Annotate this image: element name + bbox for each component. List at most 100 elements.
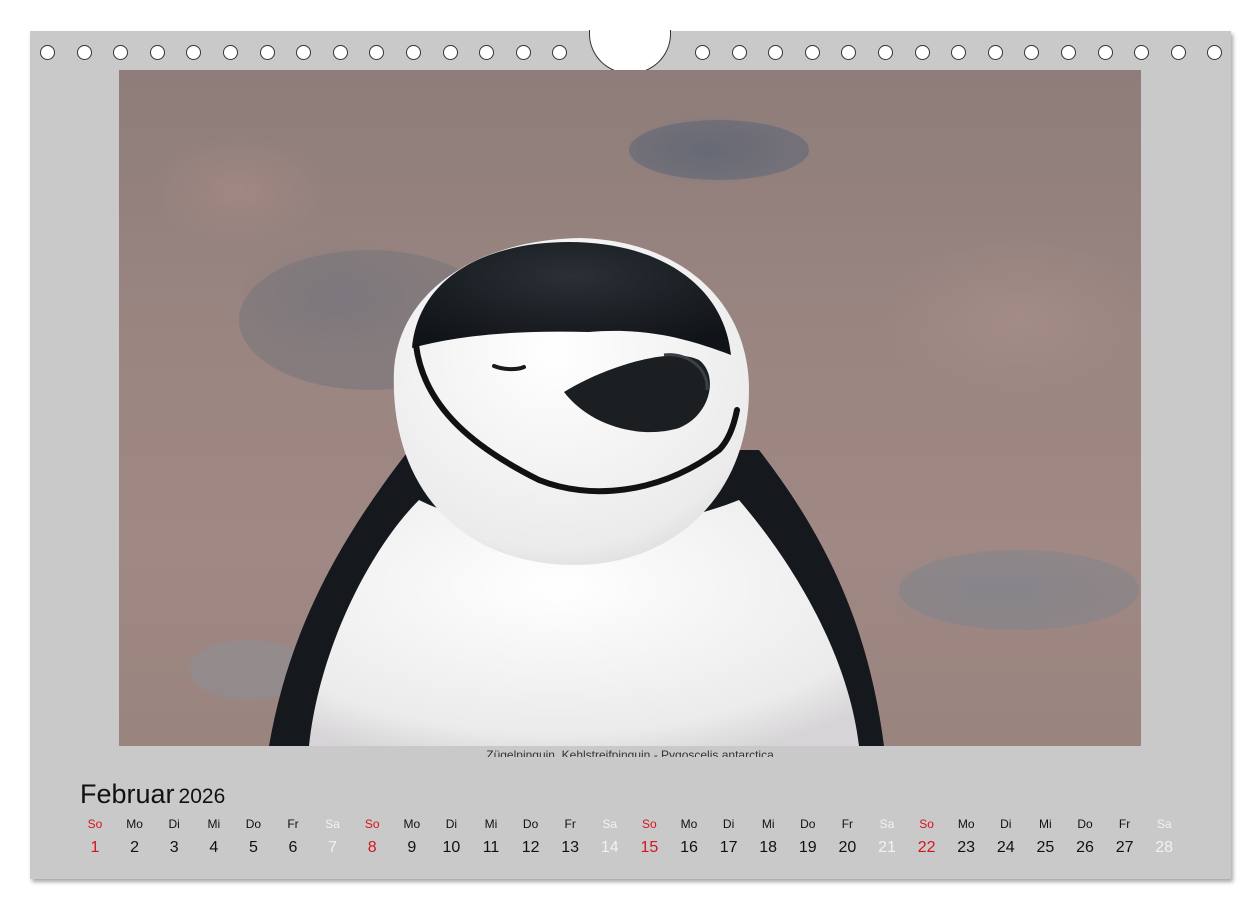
binding-hole — [878, 45, 893, 60]
day-number: 10 — [442, 839, 461, 856]
day-number: 8 — [367, 839, 377, 856]
weekday-label: Di — [1000, 817, 1012, 831]
calendar-day: Mo 23 — [946, 817, 986, 858]
day-number: 4 — [209, 839, 219, 856]
calendar-day: So 1 — [75, 817, 115, 858]
binding-hole — [987, 45, 1003, 60]
weekday-label: Mo — [957, 817, 975, 831]
weekday-label: Sa — [879, 817, 895, 831]
weekday-label: Di — [445, 817, 458, 831]
calendar-day: Di 24 — [986, 817, 1026, 858]
weekday-label: Sa — [602, 817, 618, 831]
month-name: Februar — [80, 779, 175, 809]
binding-hole — [695, 45, 710, 60]
calendar-day: Mo 9 — [392, 817, 432, 858]
weekday-label: Mi — [484, 817, 498, 831]
binding-hole — [1061, 45, 1076, 60]
calendar-day: Do 19 — [788, 817, 828, 858]
hanger-cutout — [589, 30, 671, 74]
day-strip: So 1 Mo 2 Di 3 Mi 4 Do 5 Fr 6 Sa 7 So 8 Mo 9 Di 10 Mi 11 Do 12 F… — [75, 817, 1225, 867]
weekday-label: Sa — [325, 817, 340, 831]
day-number: 22 — [917, 839, 936, 856]
binding-hole — [479, 45, 495, 60]
weekday-label: So — [642, 817, 657, 831]
weekday-label: Do — [1077, 817, 1093, 831]
calendar-day: Fr 13 — [550, 817, 590, 858]
day-number: 6 — [288, 839, 298, 856]
weekday-label: Fr — [564, 817, 576, 831]
weekday-label: Mo — [403, 817, 421, 831]
calendar-day: Sa 28 — [1144, 817, 1184, 858]
weekday-label: So — [919, 817, 934, 831]
day-number: 3 — [169, 839, 179, 856]
weekday-label: Do — [522, 817, 539, 831]
day-number: 1 — [90, 839, 100, 856]
weekday-label: Do — [245, 817, 262, 831]
binding-hole — [332, 45, 348, 60]
day-number: 28 — [1155, 839, 1174, 856]
calendar-day: Mo 16 — [669, 817, 709, 858]
calendar-day: Di 10 — [431, 817, 471, 858]
day-number: 7 — [328, 839, 338, 856]
weekday-label: Sa — [1156, 817, 1172, 831]
day-number: 5 — [248, 839, 258, 856]
year-label: 2026 — [178, 785, 226, 808]
weekday-label: Di — [722, 817, 735, 831]
day-number: 9 — [407, 839, 417, 856]
binding-hole — [1097, 45, 1113, 60]
day-number: 27 — [1115, 839, 1134, 856]
binding-hole — [296, 45, 312, 60]
calendar-day: Do 26 — [1065, 817, 1105, 858]
photo-caption: Zügelpinguin, Kehlstreifpinguin - Pygosc… — [486, 748, 774, 757]
binding-hole — [731, 45, 747, 60]
day-number: 20 — [838, 839, 857, 856]
calendar-day: Fr 27 — [1105, 817, 1145, 858]
weekday-label: Fr — [841, 817, 854, 831]
day-number: 2 — [130, 839, 140, 856]
weekday-label: Mi — [1039, 817, 1052, 831]
binding-hole — [1134, 45, 1150, 60]
calendar-day: Mi 11 — [471, 817, 511, 858]
calendar-day: Fr 6 — [273, 817, 313, 858]
day-number: 14 — [600, 839, 619, 856]
binding-hole — [768, 45, 784, 60]
binding-hole — [186, 45, 202, 60]
calendar-day: Sa 21 — [867, 817, 907, 858]
weekday-label: Do — [800, 817, 816, 831]
penguin-illustration — [189, 120, 1139, 746]
binding-hole — [76, 45, 92, 60]
weekday-label: So — [87, 817, 103, 831]
binding-hole — [1207, 45, 1223, 60]
day-number: 25 — [1036, 839, 1055, 856]
binding-hole — [841, 45, 857, 60]
binding-hole — [552, 45, 568, 60]
day-number: 15 — [640, 839, 659, 856]
calendar-day: Di 17 — [709, 817, 749, 858]
day-number: 23 — [957, 839, 976, 856]
day-number: 16 — [680, 839, 698, 856]
binding-hole — [223, 45, 238, 60]
day-number: 17 — [719, 839, 738, 856]
binding-hole — [804, 45, 820, 60]
spiral-binding — [30, 30, 1231, 74]
calendar-day: Mi 25 — [1025, 817, 1065, 858]
penguin-photo — [119, 70, 1141, 746]
calendar-day: So 8 — [352, 817, 392, 858]
binding-hole — [515, 45, 531, 60]
binding-hole — [369, 45, 385, 60]
binding-hole — [113, 45, 129, 60]
day-number: 13 — [561, 839, 580, 856]
calendar-page: Zügelpinguin, Kehlstreifpinguin - Pygosc… — [30, 30, 1231, 879]
calendar-day: Di 3 — [154, 817, 194, 858]
calendar-day: So 15 — [629, 817, 669, 858]
weekday-label: So — [364, 817, 380, 831]
calendar-day: Sa 7 — [313, 817, 353, 858]
weekday-label: Mi — [207, 817, 221, 831]
binding-hole — [259, 45, 275, 60]
weekday-label: Di — [168, 817, 180, 831]
calendar-day: Mo 2 — [115, 817, 155, 858]
weekday-label: Mo — [126, 817, 143, 831]
calendar-day: Sa 14 — [590, 817, 630, 858]
binding-hole — [442, 45, 458, 60]
binding-hole — [149, 45, 165, 60]
